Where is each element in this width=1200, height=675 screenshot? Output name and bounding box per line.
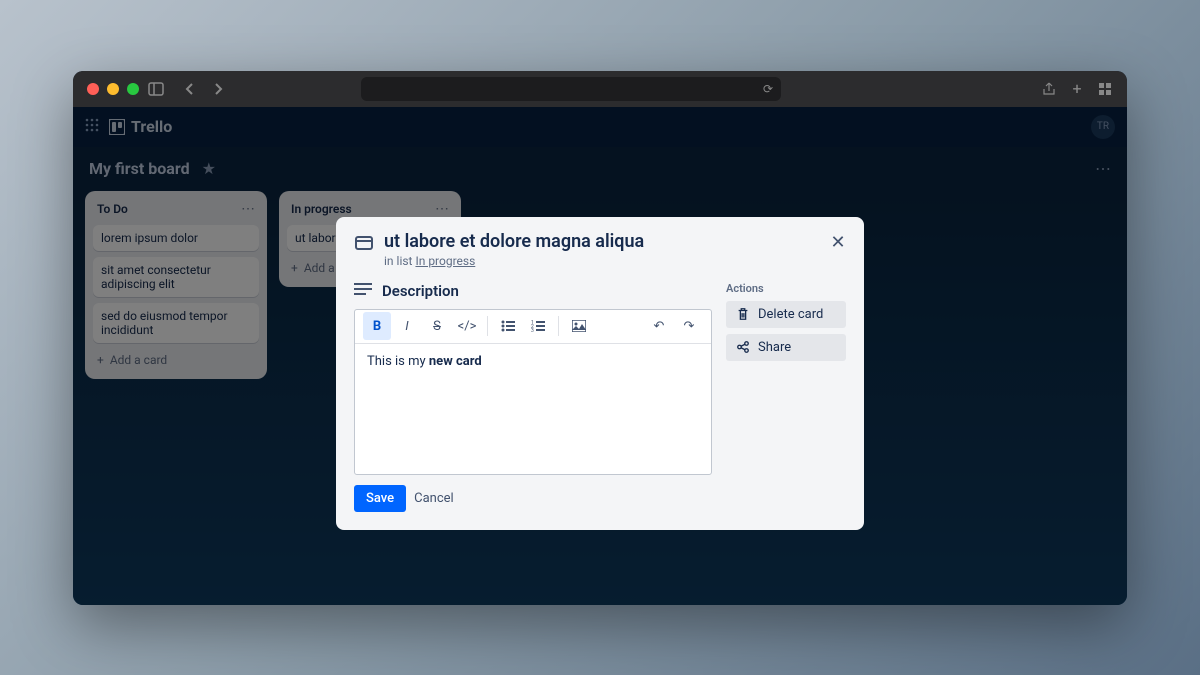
new-tab-icon[interactable]: +: [1069, 81, 1085, 97]
sidebar-toggle-icon[interactable]: [147, 80, 165, 98]
editor-toolbar: B I S </> 123 ↶ ↷: [355, 310, 711, 344]
card-list-context: in list In progress: [384, 254, 644, 268]
titlebar-right: +: [1041, 81, 1113, 97]
bold-button[interactable]: B: [363, 312, 391, 340]
description-editor: B I S </> 123 ↶ ↷: [354, 309, 712, 475]
editor-textarea[interactable]: This is my new card: [355, 344, 711, 474]
nav-controls: [181, 80, 227, 98]
browser-window: ⟳ + Trello TR My first board ★ ⋯ To Do ⋯…: [73, 71, 1127, 605]
window-controls: [87, 83, 139, 95]
card-icon: [354, 233, 374, 257]
modal-sidebar: Actions Delete card Share: [726, 282, 846, 512]
redo-button[interactable]: ↷: [675, 312, 703, 340]
modal-main: Description B I S </> 123 ↶: [354, 282, 712, 512]
forward-icon[interactable]: [209, 80, 227, 98]
cancel-button[interactable]: Cancel: [414, 491, 454, 506]
minimize-window-icon[interactable]: [107, 83, 119, 95]
actions-label: Actions: [726, 282, 846, 295]
description-label: Description: [382, 282, 459, 300]
share-icon: [736, 340, 750, 354]
modal-header: ut labore et dolore magna aliqua in list…: [354, 231, 846, 268]
numbered-list-button[interactable]: 123: [524, 312, 552, 340]
reload-icon[interactable]: ⟳: [763, 82, 773, 96]
card-title[interactable]: ut labore et dolore magna aliqua: [384, 231, 644, 252]
delete-card-button[interactable]: Delete card: [726, 301, 846, 328]
strikethrough-button[interactable]: S: [423, 312, 451, 340]
titlebar: ⟳ +: [73, 71, 1127, 107]
italic-button[interactable]: I: [393, 312, 421, 340]
url-bar[interactable]: ⟳: [361, 77, 781, 101]
save-button[interactable]: Save: [354, 485, 406, 512]
back-icon[interactable]: [181, 80, 199, 98]
maximize-window-icon[interactable]: [127, 83, 139, 95]
description-icon: [354, 282, 372, 301]
undo-button[interactable]: ↶: [645, 312, 673, 340]
share-button[interactable]: Share: [726, 334, 846, 361]
list-link[interactable]: In progress: [415, 254, 475, 268]
trash-icon: [736, 307, 750, 321]
close-window-icon[interactable]: [87, 83, 99, 95]
card-modal: ✕ ut labore et dolore magna aliqua in li…: [336, 217, 864, 530]
bullet-list-button[interactable]: [494, 312, 522, 340]
svg-text:3: 3: [531, 328, 534, 332]
code-button[interactable]: </>: [453, 312, 481, 340]
image-button[interactable]: [565, 312, 593, 340]
tabs-overview-icon[interactable]: [1097, 81, 1113, 97]
share-icon[interactable]: [1041, 81, 1057, 97]
close-modal-button[interactable]: ✕: [824, 229, 852, 257]
